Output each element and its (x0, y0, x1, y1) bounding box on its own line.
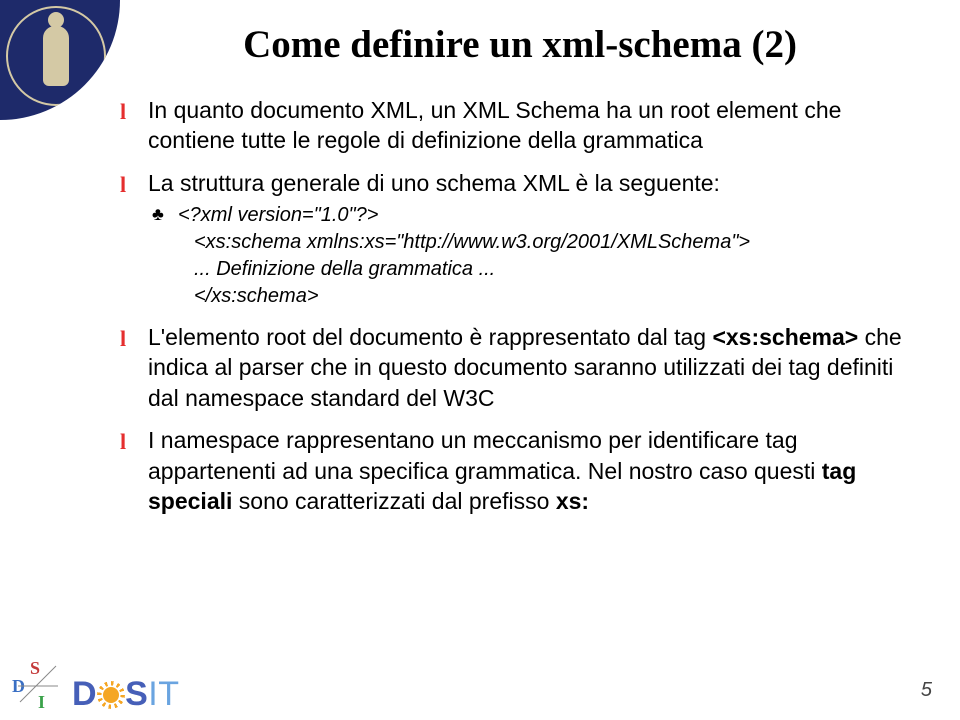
footer-logos: S D I DSIT (12, 658, 179, 710)
bullet-text: L'elemento root del documento è rapprese… (148, 324, 902, 411)
page-number: 5 (921, 679, 932, 702)
code-line: <xs:schema xmlns:xs="http://www.w3.org/2… (148, 229, 920, 256)
bullet-text: In quanto documento XML, un XML Schema h… (148, 97, 841, 153)
bullet-marker: l (120, 97, 126, 126)
bullet-list: l In quanto documento XML, un XML Schema… (120, 95, 920, 516)
slide-content: Come definire un xml-schema (2) l In qua… (120, 22, 920, 528)
bullet-marker: l (120, 427, 126, 456)
sdi-lines-icon (12, 658, 64, 710)
bullet-text: I namespace rappresentano un meccanismo … (148, 427, 856, 514)
code-line: </xs:schema> (148, 283, 920, 310)
code-line: ... Definizione della grammatica ... (148, 256, 920, 283)
bullet-item: l In quanto documento XML, un XML Schema… (120, 95, 920, 156)
code-block: ♣ <?xml version="1.0"?> <xs:schema xmlns… (148, 202, 920, 310)
code-line: ♣ <?xml version="1.0"?> (148, 202, 920, 229)
sdi-logo: S D I (12, 658, 64, 710)
bullet-marker: l (120, 324, 126, 353)
bullet-item: l La struttura generale di uno schema XM… (120, 168, 920, 310)
sub-marker: ♣ (152, 202, 164, 226)
sun-icon (97, 681, 125, 709)
bullet-text: La struttura generale di uno schema XML … (148, 170, 720, 196)
bullet-item: l L'elemento root del documento è rappre… (120, 322, 920, 413)
bullet-marker: l (120, 170, 126, 199)
disit-logo: DSIT (72, 675, 179, 714)
bullet-item: l I namespace rappresentano un meccanism… (120, 425, 920, 516)
university-seal-logo (0, 0, 120, 120)
slide-title: Come definire un xml-schema (2) (120, 22, 920, 67)
